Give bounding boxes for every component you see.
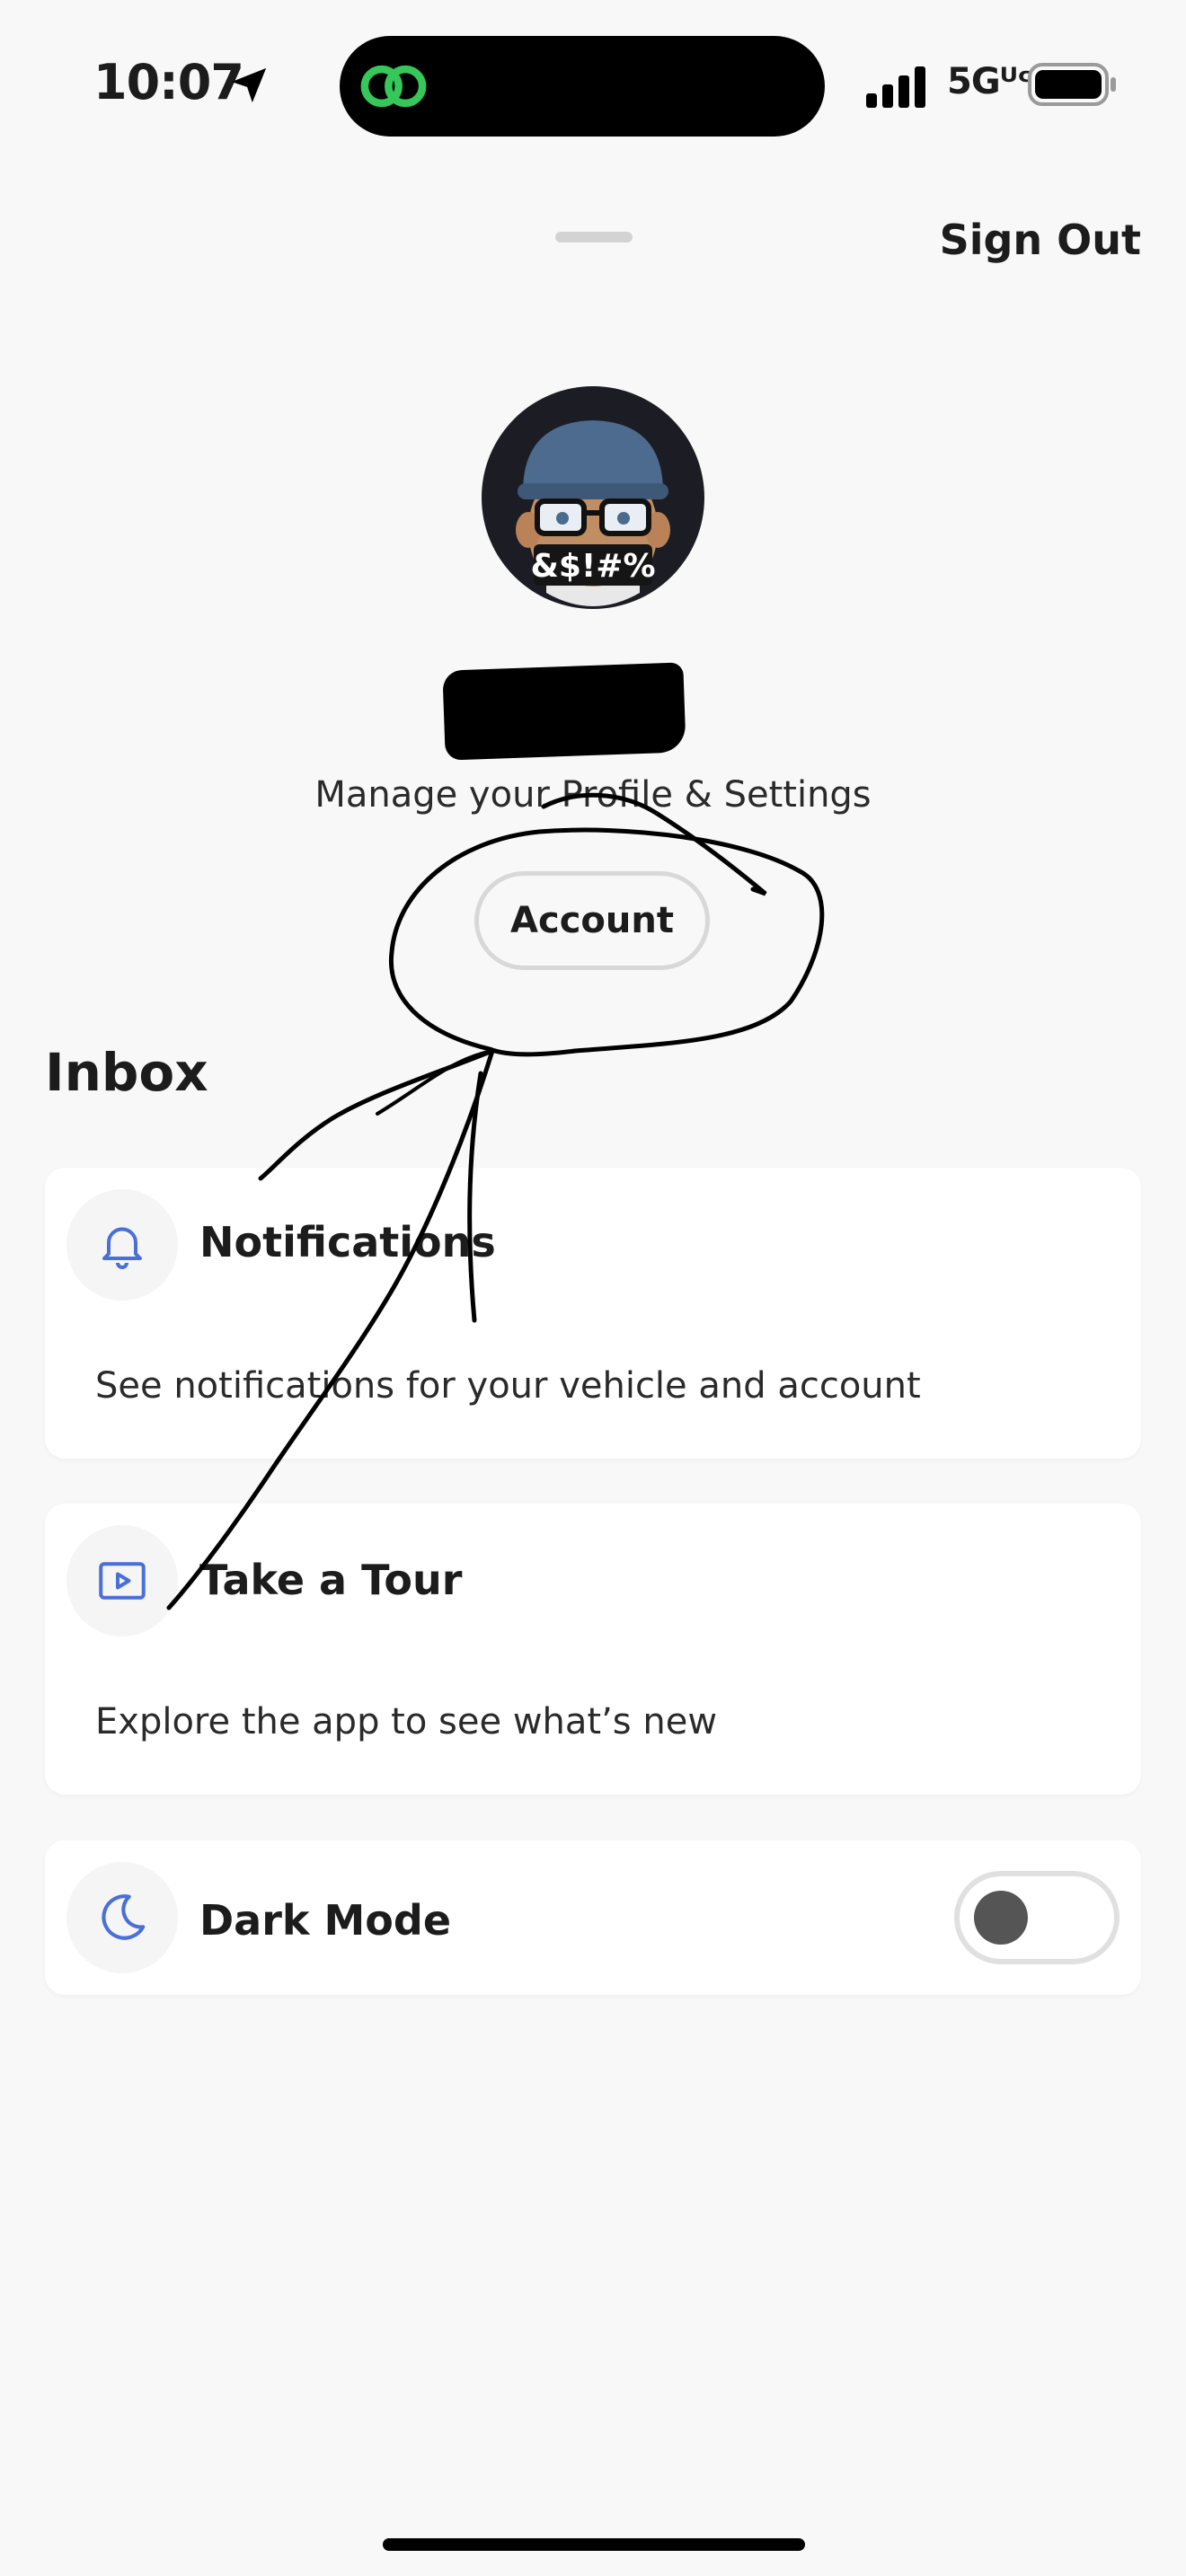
profile-settings-screen: 10:07 5Gᵁᶜ Sign Out &$!#% Manage your Pr… [0, 0, 1186, 2576]
location-arrow-icon [231, 67, 267, 103]
memoji-avatar-image: &$!#% [516, 420, 670, 606]
sign-out-button[interactable]: Sign Out [940, 216, 1141, 264]
dynamic-island [340, 36, 825, 137]
moon-icon [102, 1894, 146, 1940]
take-a-tour-description: Explore the app to see what’s new [95, 1701, 718, 1742]
manage-profile-text: Manage your Profile & Settings [314, 774, 872, 816]
home-indicator[interactable] [383, 2538, 805, 2551]
toggle-knob [974, 1891, 1028, 1945]
notifications-description: See notifications for your vehicle and a… [95, 1365, 921, 1407]
avatar-mask-text: &$!#% [530, 548, 655, 585]
network-indicator: 5Gᵁᶜ [947, 61, 1032, 102]
linked-rings-icon [360, 65, 427, 108]
notifications-title: Notifications [199, 1218, 496, 1266]
account-button[interactable]: Account [474, 871, 710, 970]
take-a-tour-title: Take a Tour [199, 1556, 463, 1604]
inbox-heading: Inbox [45, 1042, 208, 1103]
notifications-card[interactable]: Notifications See notifications for your… [45, 1168, 1141, 1459]
tour-icon-circle [66, 1525, 178, 1636]
avatar[interactable]: &$!#% [482, 386, 704, 609]
battery-icon [1028, 63, 1116, 106]
status-time: 10:07 [93, 54, 244, 110]
redacted-user-name [442, 662, 686, 761]
dark-mode-title: Dark Mode [199, 1896, 452, 1945]
sheet-grabber[interactable] [555, 232, 633, 243]
play-video-icon [99, 1562, 146, 1600]
signal-bars-icon [866, 66, 925, 108]
dark-mode-card: Dark Mode [45, 1840, 1141, 1995]
bell-icon [102, 1227, 142, 1269]
dark-mode-icon-circle [66, 1862, 178, 1973]
notifications-icon-circle [66, 1189, 178, 1301]
take-a-tour-card[interactable]: Take a Tour Explore the app to see what’… [45, 1504, 1141, 1795]
dark-mode-toggle[interactable] [954, 1871, 1120, 1964]
